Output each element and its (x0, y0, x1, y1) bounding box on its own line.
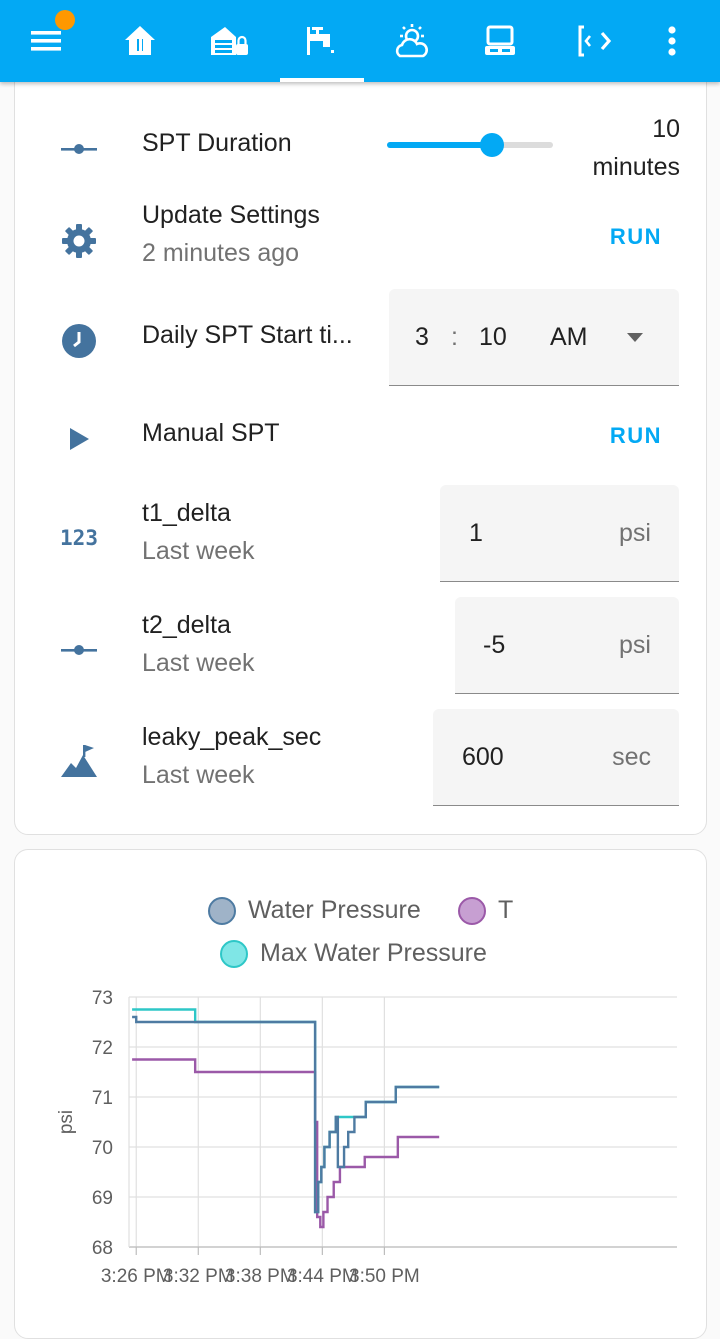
settings-card: SPT Duration 10 minutes Update Settings (14, 60, 707, 835)
t2-delta-input[interactable]: -5 psi (455, 597, 679, 694)
tab-water[interactable] (280, 0, 360, 82)
tab-computer[interactable] (460, 0, 540, 82)
minute-input[interactable]: 10 (479, 323, 507, 352)
y-tick-label: 71 (92, 1088, 113, 1109)
home-icon (125, 26, 155, 55)
mountain-flag-icon (57, 739, 101, 783)
manual-spt-run-button[interactable]: RUN (610, 423, 662, 449)
time-separator: : (451, 323, 458, 351)
leaky-peak-value[interactable]: 600 (462, 743, 504, 772)
faucet-icon (307, 27, 334, 55)
y-tick-label: 69 (92, 1188, 113, 1209)
t2-delta-value[interactable]: -5 (483, 631, 505, 660)
more-vertical-icon (668, 26, 676, 56)
x-tick-label: 3:32 PM (163, 1266, 234, 1287)
series-line-t (132, 1058, 440, 1229)
spt-duration-value: 10 minutes (592, 110, 680, 186)
spt-duration-number: 10 (652, 115, 680, 143)
pressure-chart: 68 69 70 71 72 73 3:26 PM3:32 PM3:38 PM3:44 PM… (56, 988, 677, 1287)
ampm-select[interactable]: AM (550, 323, 588, 352)
garage-lock-icon (211, 27, 248, 55)
update-settings-timestamp: 2 minutes ago (142, 239, 300, 267)
code-brackets-icon (578, 25, 612, 57)
chart-card: Water Pressure T Max Water Pressure 68 69… (14, 849, 707, 1339)
numeric-icon: 123 (60, 526, 98, 550)
desktop-computer-icon (485, 25, 515, 55)
manual-spt-label: Manual SPT (142, 419, 280, 447)
spt-duration-unit: minutes (592, 153, 680, 181)
gear-icon (57, 219, 101, 263)
update-settings-run-button[interactable]: RUN (610, 224, 662, 250)
app-toolbar (0, 0, 720, 82)
tab-garage[interactable] (190, 0, 270, 82)
spt-duration-label: SPT Duration (142, 129, 292, 157)
y-tick-label: 70 (92, 1138, 113, 1159)
leaky-peak-input[interactable]: 600 sec (433, 709, 679, 806)
clock-icon (57, 319, 101, 363)
series-line-water-pressure (132, 1015, 440, 1214)
play-icon (57, 417, 101, 461)
menu-icon (31, 31, 61, 51)
hour-input[interactable]: 3 (415, 323, 429, 352)
active-tab-indicator (280, 78, 364, 82)
tab-home[interactable] (100, 0, 180, 82)
daily-start-time-picker[interactable]: 3 : 10 AM (389, 289, 679, 386)
leaky-peak-label: leaky_peak_sec (142, 723, 322, 751)
t1-delta-label: t1_delta (142, 499, 231, 527)
slider-icon (57, 628, 101, 672)
y-tick-label: 73 (92, 988, 113, 1009)
y-tick-label: 68 (92, 1238, 113, 1259)
spt-duration-slider-handle[interactable] (480, 133, 504, 157)
t2-delta-label: t2_delta (142, 611, 231, 639)
leaky-peak-timestamp: Last week (142, 761, 255, 789)
weather-partly-sunny-icon (395, 24, 428, 58)
x-tick-label: 3:38 PM (225, 1266, 296, 1287)
overflow-menu-button[interactable] (632, 0, 712, 82)
t1-delta-unit: psi (619, 519, 651, 547)
tab-weather[interactable] (372, 0, 452, 82)
slider-icon (57, 127, 101, 171)
update-settings-label: Update Settings (142, 201, 320, 229)
x-tick-label: 3:44 PM (287, 1266, 358, 1287)
t2-delta-timestamp: Last week (142, 649, 255, 677)
t1-delta-value[interactable]: 1 (469, 519, 483, 548)
x-tick-label: 3:50 PM (349, 1266, 420, 1287)
daily-start-label: Daily SPT Start ti... (142, 321, 353, 349)
t1-delta-input[interactable]: 1 psi (440, 485, 679, 582)
series-line-max-water-pressure (132, 1008, 440, 1214)
tab-code[interactable] (556, 0, 636, 82)
leaky-peak-unit: sec (612, 743, 651, 771)
t2-delta-unit: psi (619, 631, 651, 659)
notification-badge (55, 10, 75, 30)
y-axis-label: psi (56, 1110, 77, 1134)
t1-delta-timestamp: Last week (142, 537, 255, 565)
spt-duration-slider-fill (387, 142, 492, 148)
y-tick-label: 72 (92, 1038, 113, 1059)
chevron-down-icon[interactable] (627, 333, 643, 342)
menu-button[interactable] (8, 0, 88, 82)
x-tick-label: 3:26 PM (101, 1266, 172, 1287)
